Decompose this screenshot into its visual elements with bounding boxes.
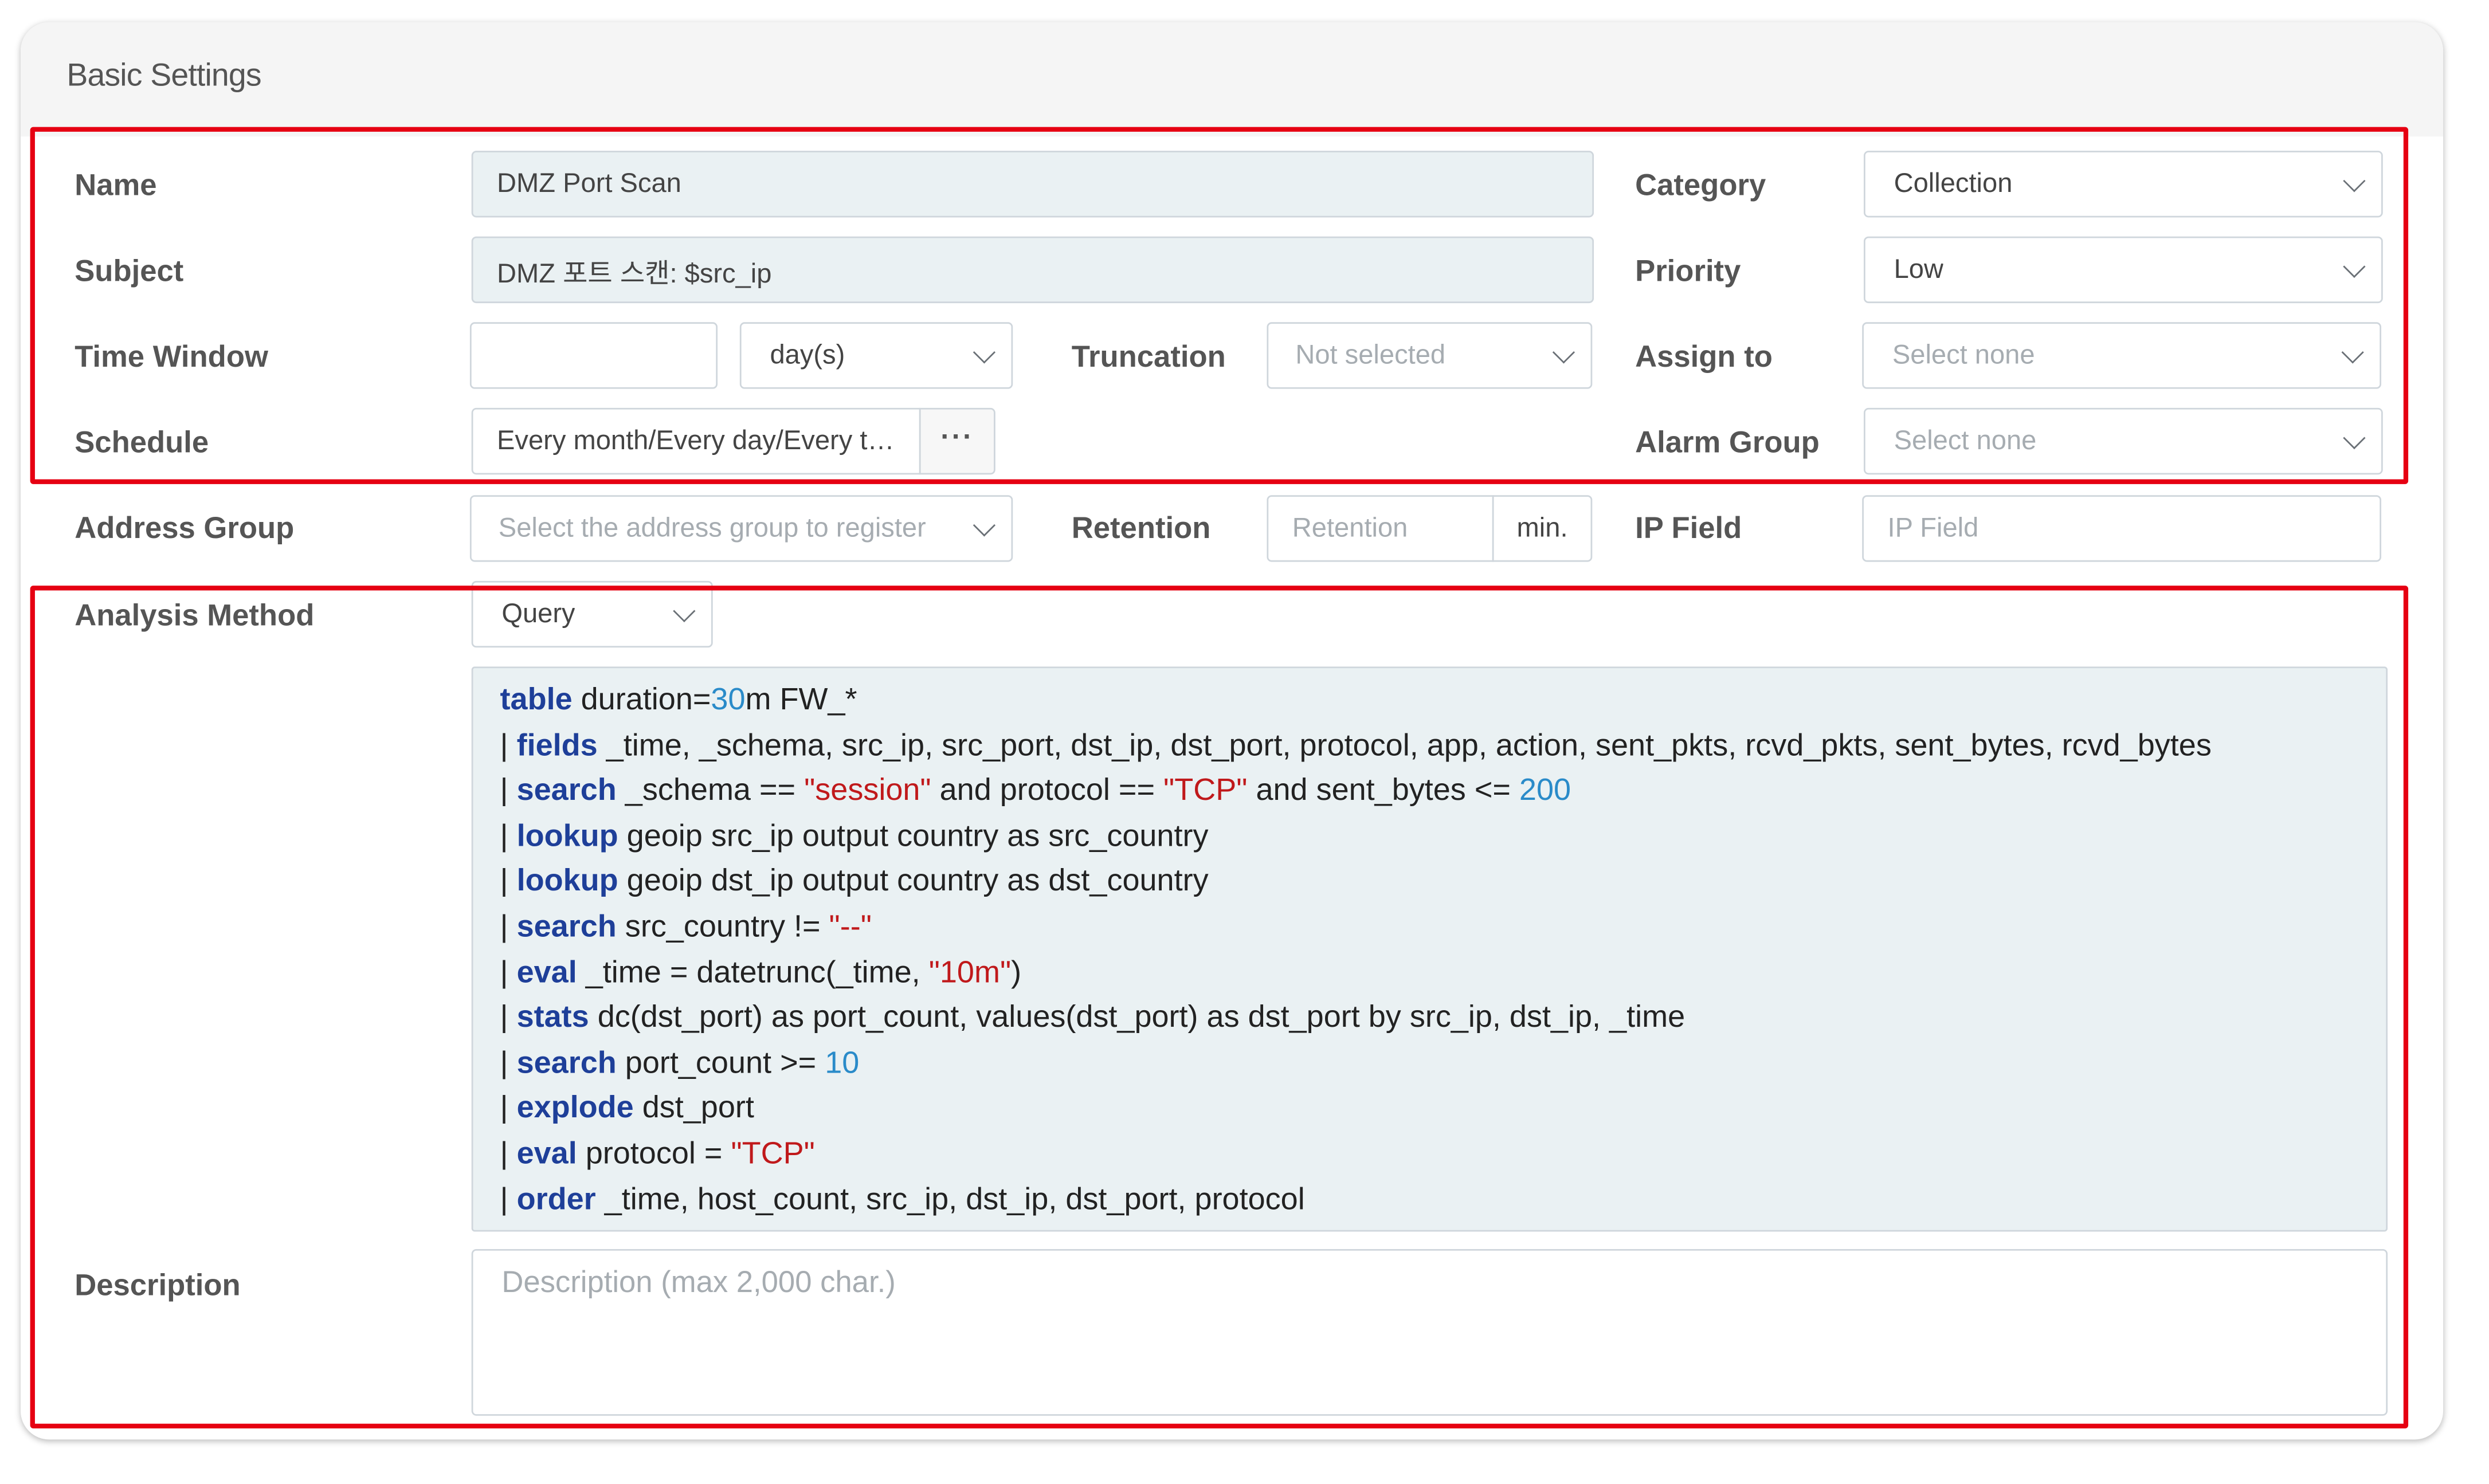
retention-unit: min. — [1492, 495, 1593, 562]
highlight-box-bottom — [30, 586, 2409, 1428]
chevron-down-icon — [973, 514, 995, 537]
address-group-label: Address Group — [75, 512, 295, 546]
address-group-placeholder: Select the address group to register — [498, 512, 926, 543]
panel-header: Basic Settings — [21, 22, 2444, 137]
retention-placeholder: Retention — [1292, 512, 1408, 543]
panel-title: Basic Settings — [66, 58, 261, 94]
screenshot-stage: Basic Settings Name Subject Time Window … — [0, 0, 2489, 1484]
highlight-box-top — [30, 127, 2409, 484]
ip-field-placeholder: IP Field — [1887, 512, 1979, 543]
ip-field-input[interactable]: IP Field — [1862, 495, 2381, 562]
ip-field-label: IP Field — [1635, 512, 1742, 546]
address-group-select[interactable]: Select the address group to register — [469, 495, 1013, 562]
retention-unit-label: min. — [1516, 512, 1568, 543]
retention-input[interactable]: Retention — [1267, 495, 1494, 562]
retention-label: Retention — [1071, 512, 1211, 546]
